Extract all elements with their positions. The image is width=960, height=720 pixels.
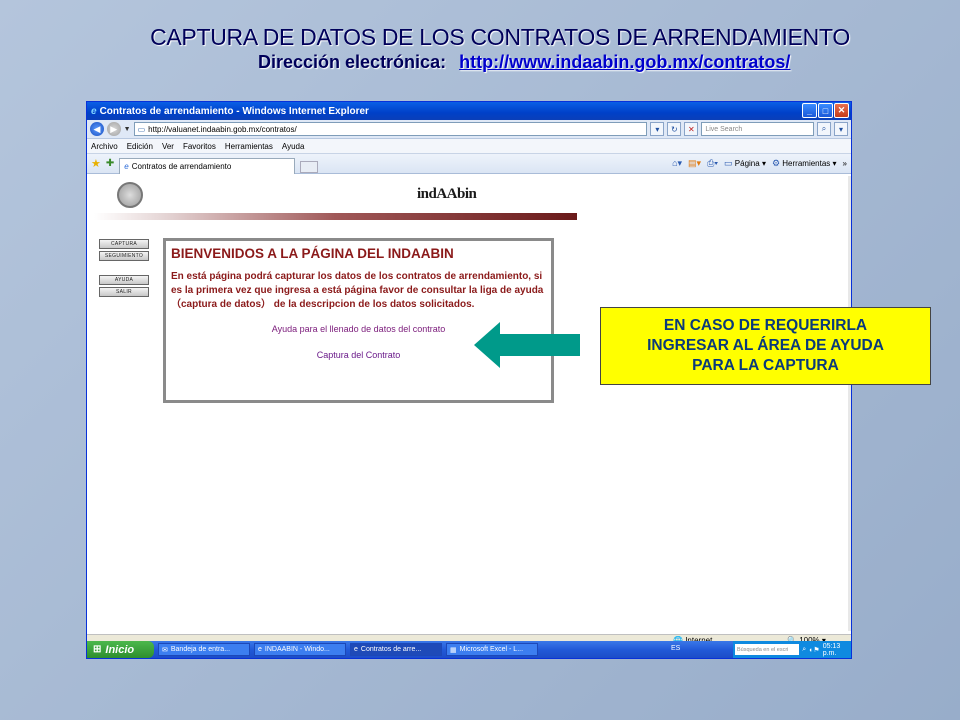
- search-input[interactable]: Live Search: [701, 122, 814, 136]
- menu-favoritos[interactable]: Favoritos: [183, 142, 216, 151]
- menu-archivo[interactable]: Archivo: [91, 142, 118, 151]
- window-controls: _ □ ✕: [802, 103, 849, 118]
- tab-contratos[interactable]: e Contratos de arrendamiento: [119, 157, 296, 174]
- address-text: http://valuanet.indaabin.gob.mx/contrato…: [148, 124, 297, 134]
- close-button[interactable]: ✕: [834, 103, 849, 118]
- address-field[interactable]: ▭ http://valuanet.indaabin.gob.mx/contra…: [133, 122, 648, 136]
- stop-button[interactable]: ✕: [684, 122, 699, 136]
- desktop-search-input[interactable]: Búsqueda en el escri: [735, 644, 800, 655]
- callout-line-2: INGRESAR AL ÁREA DE AYUDA: [647, 337, 884, 354]
- taskbar-item-excel[interactable]: ▦ Microsoft Excel - L...: [446, 643, 538, 656]
- taskbar-item-contratos[interactable]: e Contratos de arre...: [350, 643, 442, 656]
- menu-ver[interactable]: Ver: [162, 142, 174, 151]
- title-bar: e Contratos de arrendamiento - Windows I…: [87, 102, 851, 120]
- favorites-bar: ★ ✚ e Contratos de arrendamiento ⌂▾ ▤▾ ⎙…: [87, 154, 851, 174]
- header-red-bar: [94, 213, 577, 220]
- chevron-more-icon[interactable]: »: [843, 159, 847, 168]
- start-button[interactable]: ⊞ Inicio: [87, 641, 154, 658]
- slide-title: CAPTURA DE DATOS DE LOS CONTRATOS DE ARR…: [150, 24, 850, 50]
- subtitle-link[interactable]: http://www.indaabin.gob.mx/contratos/: [459, 52, 790, 72]
- back-button[interactable]: ◀: [90, 122, 104, 136]
- excel-icon: ▦: [450, 646, 457, 654]
- seal-logo: [117, 182, 143, 208]
- add-favorite-icon[interactable]: ✚: [106, 158, 114, 169]
- start-label: Inicio: [105, 643, 135, 656]
- slide-subtitle: Dirección electrónica: http://www.indaab…: [258, 52, 790, 73]
- page-menu[interactable]: ▭ Página ▾: [724, 158, 766, 169]
- callout-arrow: [474, 322, 580, 368]
- address-bar: ◀ ▶ ▼ ▭ http://valuanet.indaabin.gob.mx/…: [87, 120, 851, 139]
- side-button-salir[interactable]: SALIR: [99, 287, 149, 297]
- tools-menu[interactable]: ⚙ Herramientas ▾: [772, 158, 837, 169]
- clock: 05:13 p.m.: [822, 642, 841, 657]
- arrow-left-icon: [474, 322, 580, 368]
- menu-herramientas[interactable]: Herramientas: [225, 142, 273, 151]
- side-button-captura[interactable]: CAPTURA: [99, 239, 149, 249]
- taskbar-item-indaabin[interactable]: e INDAABIN - Windo...: [254, 643, 346, 656]
- tray-icons[interactable]: ◐⚑: [809, 646, 820, 654]
- indaabin-logo: indAAbin: [417, 186, 477, 202]
- feeds-icon[interactable]: ▤▾: [688, 158, 701, 169]
- tab-label: Contratos de arrendamiento: [131, 161, 232, 171]
- new-tab-button[interactable]: [300, 160, 319, 173]
- window-title: Contratos de arrendamiento - Windows Int…: [99, 105, 369, 117]
- welcome-panel: BIENVENIDOS A LA PÁGINA DEL INDAABIN En …: [163, 238, 554, 403]
- side-button-ayuda[interactable]: AYUDA: [99, 275, 149, 285]
- ie-icon: e: [91, 105, 97, 117]
- side-nav: CAPTURA SEGUIMIENTO AYUDA SALIR: [99, 239, 149, 299]
- address-dropdown-button[interactable]: ▾: [650, 122, 665, 136]
- ie-task-icon-2: e: [354, 646, 358, 653]
- tools-menu-label: Herramientas: [782, 159, 831, 168]
- taskbar: ⊞ Inicio ✉ Bandeja de entra... e INDAABIN …: [87, 641, 851, 658]
- system-tray: Búsqueda en el escri ⌕ ◐⚑ 05:13 p.m.: [733, 641, 851, 658]
- refresh-button[interactable]: ↻: [667, 122, 682, 136]
- taskbar-item-inbox[interactable]: ✉ Bandeja de entra...: [158, 643, 250, 656]
- welcome-text: En está página podrá capturar los datos …: [171, 271, 544, 310]
- callout-line-3: PARA LA CAPTURA: [692, 357, 839, 374]
- maximize-button[interactable]: □: [818, 103, 833, 118]
- favorites-star-icon[interactable]: ★: [91, 157, 101, 170]
- tab-ie-icon: e: [124, 161, 129, 171]
- welcome-title: BIENVENIDOS A LA PÁGINA DEL INDAABIN: [171, 246, 454, 261]
- search-button[interactable]: ⌕: [817, 122, 831, 136]
- ie-task-icon: e: [258, 646, 262, 653]
- callout-line-1: EN CASO DE REQUERIRLA: [663, 317, 868, 334]
- minimize-button[interactable]: _: [802, 103, 817, 118]
- command-bar: ⌂▾ ▤▾ ⎙▾ ▭ Página ▾ ⚙ Herramientas ▾ »: [672, 158, 847, 169]
- home-icon[interactable]: ⌂▾: [672, 158, 682, 169]
- callout-box: EN CASO DE REQUERIRLA INGRESAR AL ÁREA D…: [600, 307, 931, 385]
- menu-ayuda[interactable]: Ayuda: [282, 142, 305, 151]
- subtitle-label: Dirección electrónica:: [258, 52, 447, 72]
- page-menu-label: Página: [734, 159, 760, 168]
- print-icon[interactable]: ⎙▾: [707, 158, 718, 169]
- tray-search-icon[interactable]: ⌕: [802, 646, 806, 654]
- menu-edicion[interactable]: Edición: [127, 142, 153, 151]
- history-dropdown[interactable]: ▼: [124, 126, 131, 133]
- language-indicator[interactable]: ES: [671, 645, 680, 652]
- menu-bar: Archivo Edición Ver Favoritos Herramient…: [87, 139, 851, 154]
- side-button-seguimiento[interactable]: SEGUIMIENTO: [99, 251, 149, 261]
- outlook-icon: ✉: [162, 646, 168, 654]
- page-content: indAAbin CAPTURA SEGUIMIENTO AYUDA SALIR…: [87, 176, 850, 631]
- vertical-scrollbar[interactable]: [848, 176, 851, 631]
- windows-logo-icon: ⊞: [93, 644, 102, 655]
- search-options-button[interactable]: ▾: [834, 122, 848, 136]
- page-icon: ▭: [137, 124, 146, 134]
- forward-button[interactable]: ▶: [106, 122, 121, 136]
